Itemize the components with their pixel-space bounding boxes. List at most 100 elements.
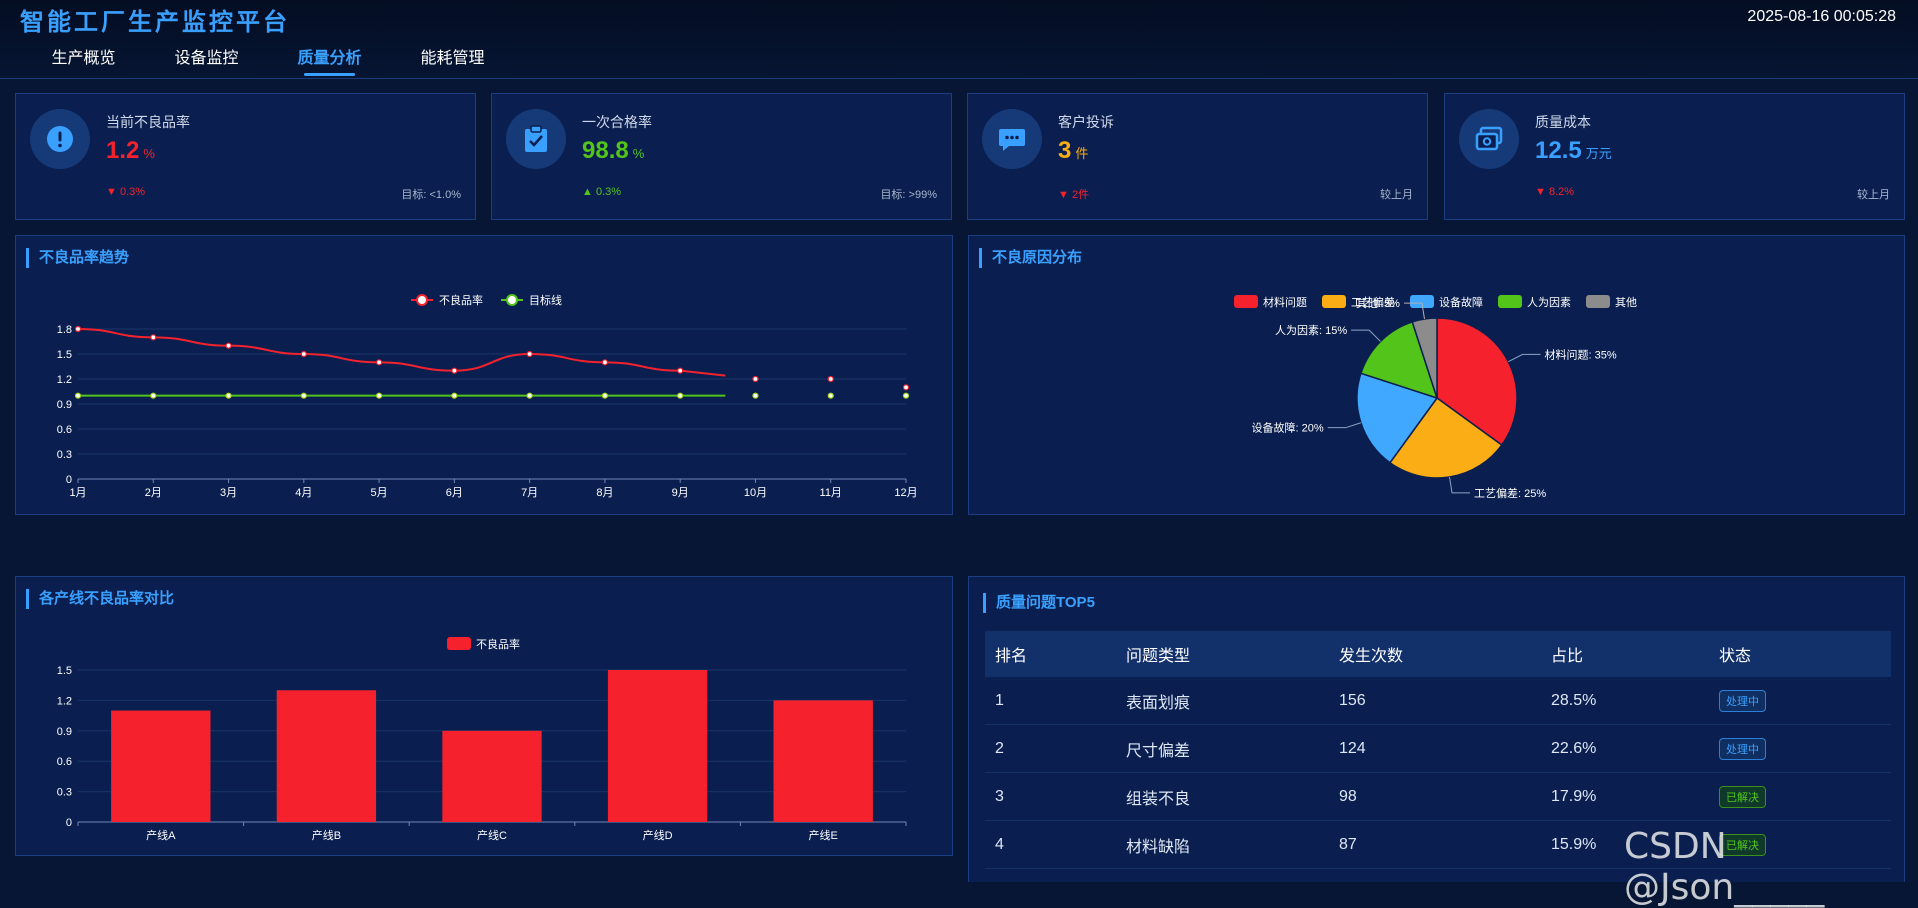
data-point — [451, 392, 458, 399]
bar — [773, 700, 873, 822]
main-nav-tabs: 生产概览 设备监控 质量分析 能耗管理 — [22, 44, 514, 76]
kpi-value: 12.5 万元 — [1535, 137, 1612, 165]
x-tick-label: 7月 — [521, 487, 538, 499]
kpi-change-value: 0.3% — [595, 186, 622, 198]
caret-down-icon: ▼ — [1058, 189, 1069, 201]
tab-energy[interactable]: 能耗管理 — [391, 44, 514, 76]
status-cell: 处理中 — [1709, 724, 1891, 773]
clipboard-check-icon — [506, 109, 566, 169]
y-tick-label: 1.2 — [57, 695, 72, 707]
kpi-change-value: 8.2% — [1548, 186, 1575, 198]
kpi-label: 当前不良品率 — [106, 114, 190, 130]
count-cell: 156 — [1329, 677, 1541, 725]
table-row[interactable]: 2 尺寸偏差 124 22.6% 处理中 — [985, 724, 1891, 773]
status-cell: 已解决 — [1709, 772, 1891, 821]
y-tick-label: 0.6 — [57, 424, 72, 436]
legend-swatch — [1586, 295, 1610, 308]
data-point — [902, 384, 910, 391]
data-point — [902, 392, 910, 399]
app-title: 智能工厂生产监控平台 — [20, 9, 290, 36]
x-tick-label: 11月 — [820, 487, 842, 499]
datetime-display: 2025-08-16 00:05:28 — [1747, 8, 1896, 25]
kpi-card-defect-rate: 当前不良品率 1.2% ▼ 0.3% 目标: <1.0% — [15, 93, 476, 220]
data-point — [74, 325, 82, 333]
y-tick-label: 0.6 — [57, 756, 72, 768]
column-header: 发生次数 — [1329, 631, 1541, 677]
y-tick-label: 0 — [66, 817, 72, 829]
status-badge: 处理中 — [1719, 689, 1766, 712]
legend-label: 其他 — [1615, 296, 1637, 309]
caret-up-icon: ▲ — [582, 186, 593, 198]
kpi-value: 1.2% — [106, 137, 155, 165]
kpi-unit: 万元 — [1585, 146, 1612, 161]
kpi-note: 较上月 — [1857, 189, 1890, 201]
table-header-row: 排名 问题类型 发生次数 占比 状态 — [985, 631, 1891, 677]
tab-overview[interactable]: 生产概览 — [22, 44, 145, 76]
tab-equipment[interactable]: 设备监控 — [145, 44, 268, 76]
defect-trend-chart: 0 0.3 0.6 0.9 1.2 1.5 1.8 1月 2月 3月 4月 5月 6月 7月 8月 9月 10月… — [57, 293, 918, 499]
data-point — [526, 350, 533, 358]
y-tick-label: 1.8 — [57, 324, 72, 336]
data-point — [225, 392, 232, 399]
data-point — [677, 367, 684, 374]
kpi-value: 3件 — [1058, 137, 1088, 165]
ratio-cell: 28.5% — [1541, 677, 1709, 725]
x-tick-label: 4月 — [295, 487, 312, 499]
status-badge: 已解决 — [1719, 785, 1766, 808]
data-point — [74, 392, 82, 399]
kpi-label: 质量成本 — [1535, 114, 1591, 130]
data-point — [150, 392, 157, 399]
status-cell: 处理中 — [1709, 677, 1891, 725]
y-tick-label: 0.9 — [57, 726, 72, 738]
data-point — [752, 375, 759, 383]
kpi-value: 98.8% — [582, 137, 644, 165]
kpi-change-value: 0.3% — [119, 186, 146, 198]
caret-down-icon: ▼ — [106, 186, 117, 198]
x-tick-label: 10月 — [744, 487, 767, 499]
rank-cell: 1 — [985, 677, 1116, 725]
legend-swatch — [447, 637, 471, 650]
table-row[interactable]: 1 表面划痕 156 28.5% 处理中 — [985, 677, 1891, 725]
type-cell: 尺寸偏差 — [1116, 724, 1329, 773]
y-tick-label: 0.3 — [57, 449, 72, 461]
x-tick-label: 产线E — [809, 828, 838, 842]
kpi-card-first-pass-rate: 一次合格率 98.8% ▲ 0.3% 目标: >99% — [491, 93, 952, 220]
legend-swatch — [1322, 295, 1346, 308]
column-header: 问题类型 — [1116, 631, 1329, 677]
data-point — [526, 392, 533, 399]
type-cell: 组装不良 — [1116, 772, 1329, 821]
column-header: 排名 — [985, 631, 1116, 677]
column-header: 状态 — [1709, 631, 1891, 677]
kpi-note: 目标: >99% — [880, 189, 937, 201]
kpi-unit: % — [632, 146, 645, 161]
kpi-change: ▲ 0.3% — [582, 186, 621, 198]
slice-label: 人为因素: 15% — [1275, 324, 1347, 337]
table-row[interactable]: 3 组装不良 98 17.9% 已解决 — [985, 772, 1891, 821]
watermark: CSDN @Json_____ — [1624, 826, 1825, 908]
data-point — [601, 392, 609, 399]
bar — [607, 670, 708, 822]
legend-label: 材料问题 — [1263, 295, 1307, 309]
legend-swatch — [1498, 295, 1522, 308]
panel-title: 质量问题TOP5 — [983, 593, 1095, 613]
kpi-change: ▼ 0.3% — [106, 186, 145, 198]
data-point — [601, 359, 609, 366]
count-cell: 87 — [1329, 820, 1541, 869]
legend-label: 目标线 — [529, 293, 562, 307]
series-line — [77, 328, 726, 377]
label-leader — [1449, 476, 1471, 494]
tab-quality[interactable]: 质量分析 — [268, 44, 391, 76]
x-tick-label: 8月 — [596, 487, 613, 499]
count-cell: 124 — [1329, 724, 1541, 773]
x-tick-label: 产线C — [477, 828, 507, 842]
slice-label: 其他: 5% — [1356, 297, 1400, 310]
line-comparison-chart: 0 0.3 0.6 0.9 1.2 1.5 不良品率产线A 产线B 产线C 产线D 产线E — [57, 637, 907, 842]
x-tick-label: 6月 — [446, 487, 463, 499]
x-tick-label: 1月 — [69, 487, 86, 499]
rank-cell: 4 — [985, 820, 1116, 869]
x-tick-label: 3月 — [220, 487, 237, 499]
label-leader — [1351, 329, 1381, 342]
kpi-change-value: 2件 — [1071, 189, 1090, 201]
x-tick-label: 12月 — [894, 487, 917, 499]
kpi-card-quality-cost: 质量成本 12.5 万元 ▼ 8.2% 较上月 — [1444, 93, 1905, 220]
